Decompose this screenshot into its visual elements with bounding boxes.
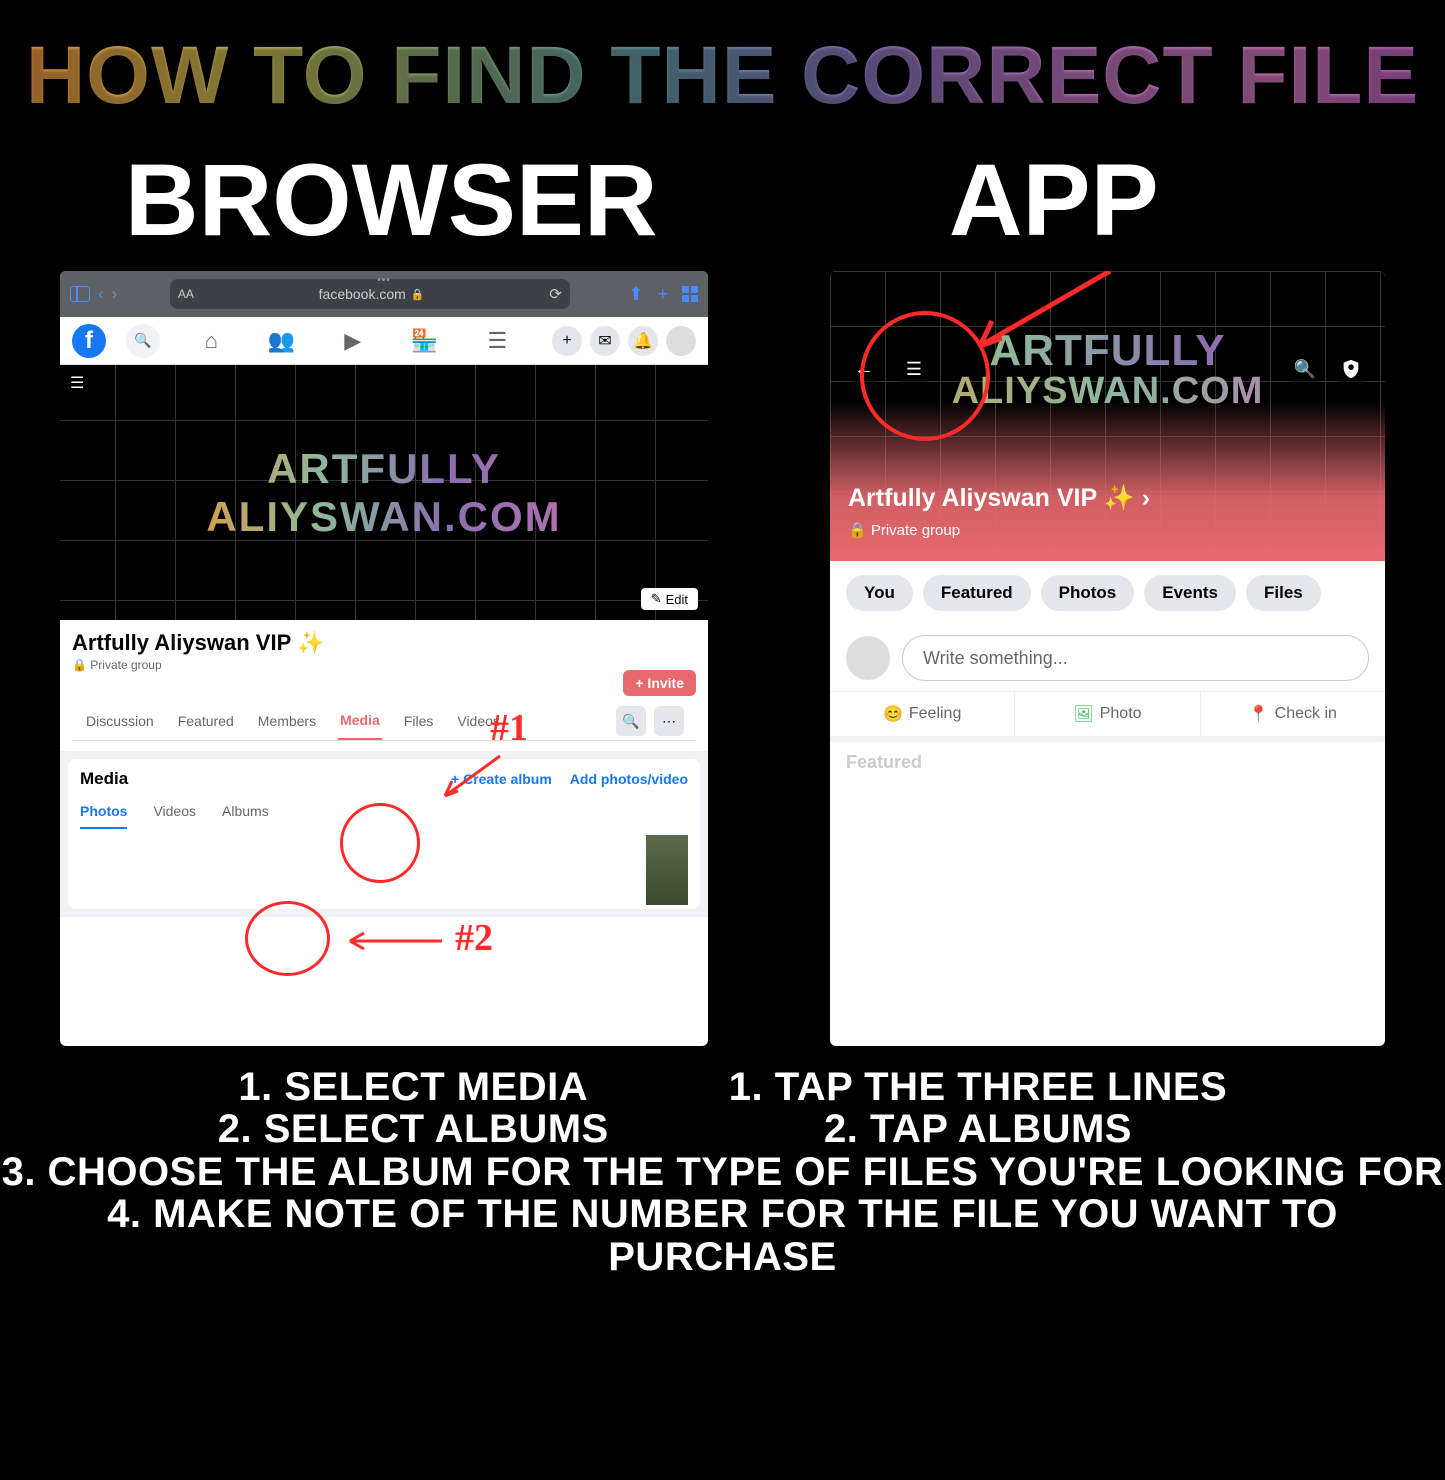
messenger-icon[interactable]: ✉	[590, 326, 620, 356]
fb-search-icon[interactable]: 🔍	[126, 324, 160, 358]
instructions: 1. SELECT MEDIA 2. SELECT ALBUMS 1. TAP …	[0, 1066, 1445, 1278]
sidebar-icon[interactable]	[70, 286, 90, 302]
subtab-albums[interactable]: Albums	[222, 803, 269, 829]
lock-icon: 🔒	[411, 288, 425, 301]
action-photo[interactable]: 🖼Photo	[1014, 692, 1199, 736]
subtab-photos[interactable]: Photos	[80, 803, 127, 829]
media-title: Media	[80, 769, 128, 789]
group-tabs: Discussion Featured Members Media Files …	[72, 702, 696, 741]
pill-photos[interactable]: Photos	[1041, 575, 1135, 611]
app-back-button[interactable]: ←	[846, 351, 882, 387]
photo-thumbnail[interactable]	[646, 835, 688, 905]
watch-icon[interactable]: ▶	[344, 328, 361, 354]
app-pill-row: You Featured Photos Events Files	[830, 561, 1385, 625]
tab-discussion[interactable]: Discussion	[84, 703, 156, 739]
share-icon[interactable]: ⬆︎	[628, 284, 643, 305]
tab-media[interactable]: Media	[338, 702, 382, 740]
action-feeling[interactable]: 😊Feeling	[830, 692, 1014, 736]
pill-events[interactable]: Events	[1144, 575, 1236, 611]
profile-icon[interactable]	[666, 326, 696, 356]
action-row: 😊Feeling 🖼Photo 📍Check in	[830, 691, 1385, 742]
group-cover: ☰ ARTFULLY ALIYSWAN.COM ✎ Edit	[60, 365, 708, 620]
cover-hamburger-icon[interactable]: ☰	[70, 373, 84, 393]
inst-shared-3: 3. CHOOSE THE ALBUM FOR THE TYPE OF FILE…	[0, 1151, 1445, 1193]
new-tab-icon[interactable]: +	[657, 284, 668, 305]
compose-input[interactable]: Write something...	[902, 635, 1369, 681]
app-group-privacy: 🔒 Private group	[848, 521, 960, 539]
annotation-arrow-one	[430, 751, 510, 811]
friends-icon[interactable]: 👥	[267, 328, 294, 354]
app-group-name[interactable]: Artfully Aliyswan VIP ✨ ›	[848, 484, 1150, 513]
refresh-icon[interactable]: ⟳	[549, 285, 562, 303]
media-panel: Media + Create album Add photos/video Ph…	[60, 751, 708, 917]
inst-app-2: 2. TAP ALBUMS	[729, 1108, 1227, 1150]
facebook-header: f 🔍 ⌂ 👥 ▶ 🏪 ☰ + ✉ 🔔	[60, 317, 708, 365]
main-title: HOW TO FIND THE CORRECT FILE	[0, 35, 1445, 117]
browser-screenshot: ••• ‹ › AA facebook.com 🔒 ⟳ ⬆︎ + f 🔍 ⌂ 👥	[60, 271, 708, 1046]
featured-header: Featured	[830, 742, 1385, 783]
tab-members[interactable]: Members	[256, 703, 318, 739]
section-app-title: APP	[723, 142, 1386, 259]
app-screenshot: ARTFULLY ALIYSWAN.COM ← ☰ 🔍 Artfully Ali…	[830, 271, 1385, 1046]
fb-nav: ⌂ 👥 ▶ 🏪 ☰	[180, 328, 532, 354]
invite-button[interactable]: + Invite	[623, 670, 696, 696]
action-checkin[interactable]: 📍Check in	[1200, 692, 1385, 736]
tab-files[interactable]: Files	[402, 703, 436, 739]
cover-brand-text: ARTFULLY ALIYSWAN.COM	[206, 445, 561, 541]
inst-browser-2: 2. SELECT ALBUMS	[218, 1108, 609, 1150]
tab-search-icon[interactable]: 🔍	[616, 706, 646, 736]
pill-you[interactable]: You	[846, 575, 913, 611]
url-bar[interactable]: AA facebook.com 🔒 ⟳	[170, 279, 570, 309]
group-privacy: 🔒 Private group	[72, 658, 696, 672]
inst-app-1: 1. TAP THE THREE LINES	[729, 1066, 1227, 1108]
tab-more-icon[interactable]: ⋯	[654, 706, 684, 736]
annotation-arrow-two	[342, 926, 447, 956]
user-avatar[interactable]	[846, 636, 890, 680]
url-text: facebook.com	[319, 286, 406, 302]
back-button[interactable]: ‹	[98, 284, 104, 304]
safari-toolbar: ••• ‹ › AA facebook.com 🔒 ⟳ ⬆︎ +	[60, 271, 708, 317]
app-search-icon[interactable]: 🔍	[1287, 351, 1323, 387]
text-size-icon[interactable]: AA	[178, 287, 194, 301]
compose-row: Write something...	[830, 625, 1385, 691]
group-info: Artfully Aliyswan VIP ✨ 🔒 Private group …	[60, 620, 708, 751]
app-shield-icon[interactable]	[1333, 351, 1369, 387]
add-photos-link[interactable]: Add photos/video	[570, 771, 688, 787]
menu-icon[interactable]: ☰	[488, 328, 508, 354]
notifications-icon[interactable]: 🔔	[628, 326, 658, 356]
annotation-label-two: #2	[455, 916, 493, 960]
tab-featured[interactable]: Featured	[176, 703, 236, 739]
marketplace-icon[interactable]: 🏪	[411, 328, 438, 354]
home-icon[interactable]: ⌂	[205, 328, 218, 354]
forward-button: ›	[112, 284, 118, 304]
inst-browser-1: 1. SELECT MEDIA	[218, 1066, 609, 1108]
tab-videos[interactable]: Videos	[455, 703, 502, 739]
app-hamburger-button[interactable]: ☰	[896, 351, 932, 387]
pill-featured[interactable]: Featured	[923, 575, 1031, 611]
group-name: Artfully Aliyswan VIP ✨	[72, 630, 696, 656]
edit-cover-button[interactable]: ✎ Edit	[641, 588, 698, 610]
inst-shared-4: 4. MAKE NOTE OF THE NUMBER FOR THE FILE …	[0, 1193, 1445, 1278]
app-annotation-arrow	[960, 271, 1120, 366]
facebook-logo[interactable]: f	[72, 324, 106, 358]
pill-files[interactable]: Files	[1246, 575, 1321, 611]
tabs-icon[interactable]	[682, 286, 698, 302]
subtab-videos[interactable]: Videos	[153, 803, 196, 829]
plus-icon[interactable]: +	[552, 326, 582, 356]
grab-dots: •••	[377, 275, 391, 286]
section-browser-title: BROWSER	[60, 142, 723, 259]
